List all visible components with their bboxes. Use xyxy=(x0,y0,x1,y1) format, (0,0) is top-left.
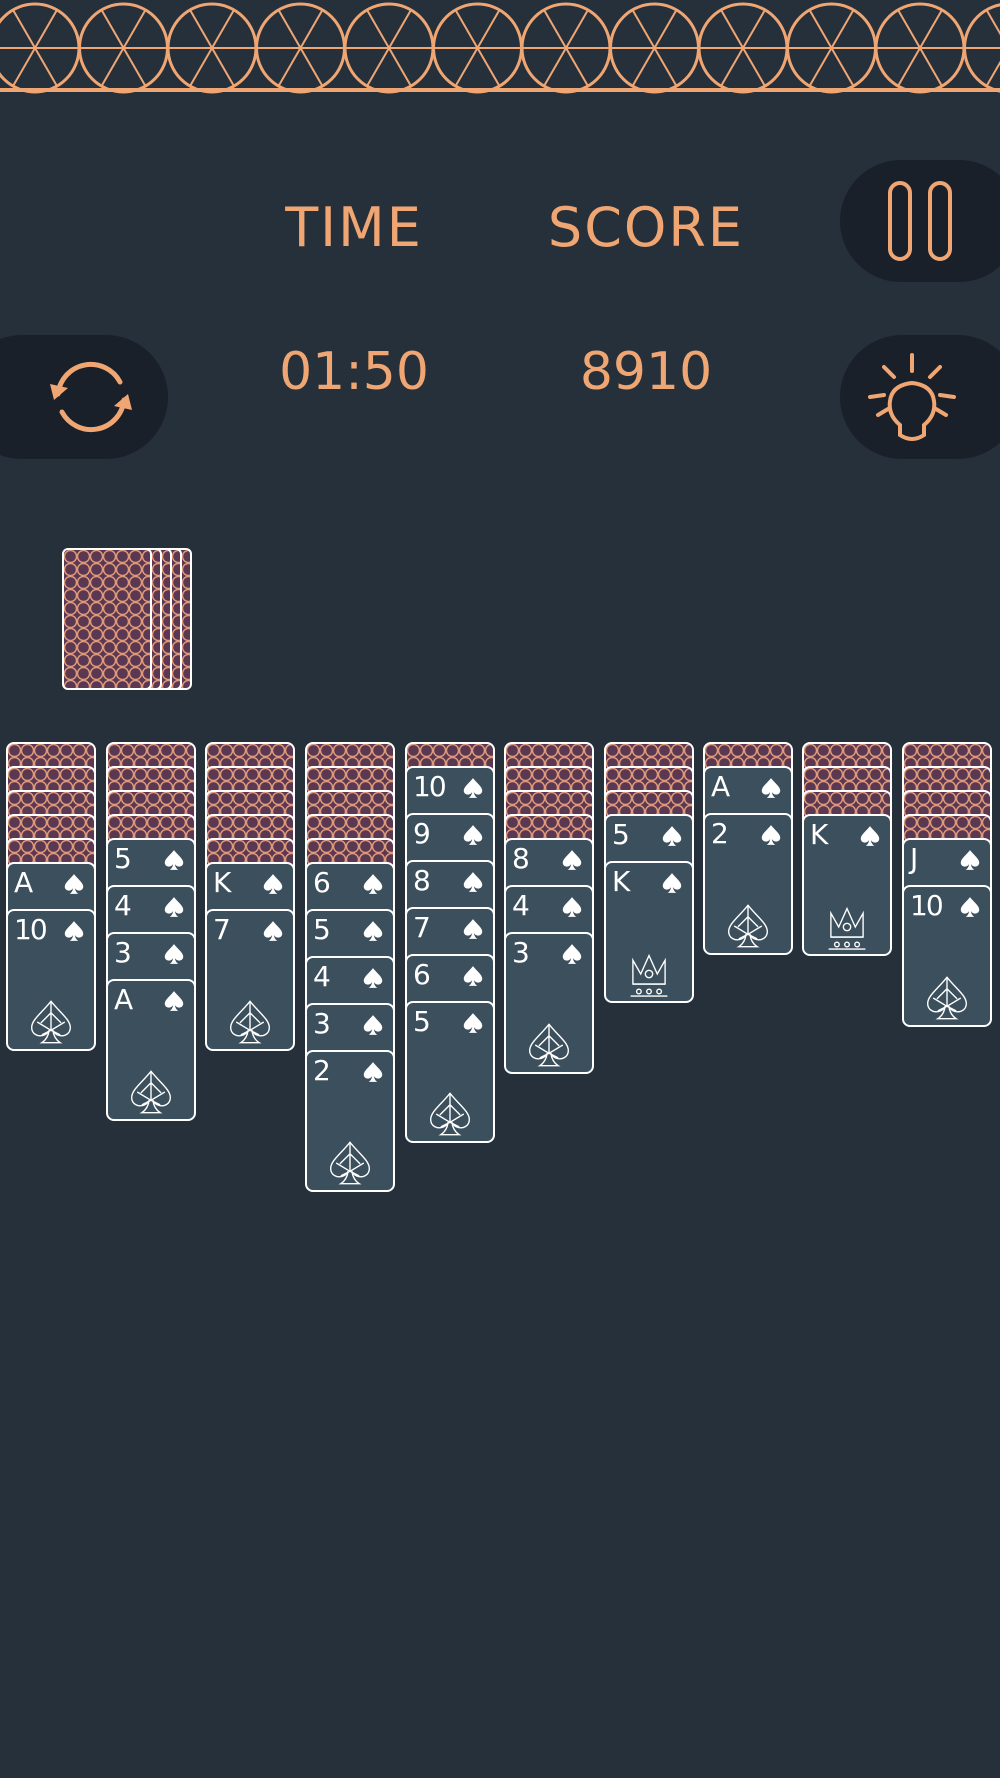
card-rank: 4 xyxy=(313,960,331,993)
card-rank: A xyxy=(711,770,730,803)
hint-button[interactable] xyxy=(840,335,1000,459)
spade-icon xyxy=(463,1013,483,1033)
card-rank: K xyxy=(213,866,231,899)
card-face-up[interactable]: 2 xyxy=(703,813,793,955)
spade-icon xyxy=(562,850,582,870)
crown-icon xyxy=(630,953,668,997)
card-rank: 4 xyxy=(512,889,530,922)
spade-icon xyxy=(64,921,84,941)
card-rank: A xyxy=(14,866,33,899)
card-rank: 7 xyxy=(213,913,231,946)
card-rank: 5 xyxy=(313,913,331,946)
spade-icon xyxy=(363,874,383,894)
restart-button[interactable] xyxy=(0,335,168,459)
card-face-up[interactable]: 5 xyxy=(405,1001,495,1143)
card-rank: 3 xyxy=(114,936,132,969)
spade-icon xyxy=(960,897,980,917)
spade-icon xyxy=(164,850,184,870)
spade-icon xyxy=(562,944,582,964)
time-value: 01:50 xyxy=(279,342,429,402)
card-rank: J xyxy=(910,842,918,875)
crown-icon xyxy=(828,906,866,950)
card-face-up[interactable]: A xyxy=(106,979,196,1121)
card-rank: 7 xyxy=(413,911,431,944)
spade-icon xyxy=(363,921,383,941)
spade-icon xyxy=(363,968,383,988)
spade-icon xyxy=(562,897,582,917)
pause-icon xyxy=(888,181,952,261)
spade-icon xyxy=(164,944,184,964)
card-rank: K xyxy=(612,865,630,898)
card-rank: 2 xyxy=(313,1054,331,1087)
spade-icon xyxy=(662,873,682,893)
spade-icon xyxy=(463,778,483,798)
spade-icon xyxy=(761,778,781,798)
card-face-up[interactable]: K xyxy=(802,814,892,956)
time-label: TIME xyxy=(285,196,423,259)
card-rank: 5 xyxy=(413,1005,431,1038)
card-rank: K xyxy=(810,818,828,851)
card-rank: 10 xyxy=(413,770,447,803)
spade-emblem-icon xyxy=(727,904,769,948)
spade-icon xyxy=(960,850,980,870)
spade-emblem-icon xyxy=(229,1000,271,1044)
card-rank: 6 xyxy=(413,958,431,991)
spade-emblem-icon xyxy=(130,1070,172,1114)
spade-icon xyxy=(363,1015,383,1035)
card-rank: 8 xyxy=(413,864,431,897)
spade-icon xyxy=(662,826,682,846)
decorative-border xyxy=(0,0,1000,96)
refresh-icon xyxy=(50,361,132,433)
stock-card-back[interactable] xyxy=(62,548,152,690)
spade-icon xyxy=(263,921,283,941)
card-face-up[interactable]: 10 xyxy=(902,885,992,1027)
card-rank: 5 xyxy=(612,818,630,851)
card-face-up[interactable]: 2 xyxy=(305,1050,395,1192)
card-face-up[interactable]: 10 xyxy=(6,909,96,1051)
spade-icon xyxy=(463,825,483,845)
card-rank: 4 xyxy=(114,889,132,922)
spade-emblem-icon xyxy=(429,1092,471,1136)
card-rank: 9 xyxy=(413,817,431,850)
card-face-up[interactable]: K xyxy=(604,861,694,1003)
pause-button[interactable] xyxy=(840,160,1000,282)
spade-emblem-icon xyxy=(30,1000,72,1044)
card-rank: 6 xyxy=(313,866,331,899)
spade-emblem-icon xyxy=(926,976,968,1020)
spade-icon xyxy=(463,919,483,939)
card-rank: 3 xyxy=(512,936,530,969)
spade-emblem-icon xyxy=(329,1141,371,1185)
card-rank: 5 xyxy=(114,842,132,875)
score-label: SCORE xyxy=(547,196,745,259)
spade-icon xyxy=(860,826,880,846)
spade-icon xyxy=(363,1062,383,1082)
card-face-up[interactable]: 3 xyxy=(504,932,594,1074)
score-value: 8910 xyxy=(579,342,713,402)
card-rank: 10 xyxy=(14,913,48,946)
spade-icon xyxy=(164,897,184,917)
card-rank: A xyxy=(114,983,133,1016)
spade-icon xyxy=(64,874,84,894)
spade-icon xyxy=(263,874,283,894)
lightbulb-icon xyxy=(868,353,956,441)
spade-icon xyxy=(164,991,184,1011)
card-rank: 2 xyxy=(711,817,729,850)
spade-icon xyxy=(761,825,781,845)
spade-emblem-icon xyxy=(528,1023,570,1067)
spade-icon xyxy=(463,966,483,986)
card-face-up[interactable]: 7 xyxy=(205,909,295,1051)
card-rank: 8 xyxy=(512,842,530,875)
card-rank: 10 xyxy=(910,889,944,922)
card-rank: 3 xyxy=(313,1007,331,1040)
spade-icon xyxy=(463,872,483,892)
